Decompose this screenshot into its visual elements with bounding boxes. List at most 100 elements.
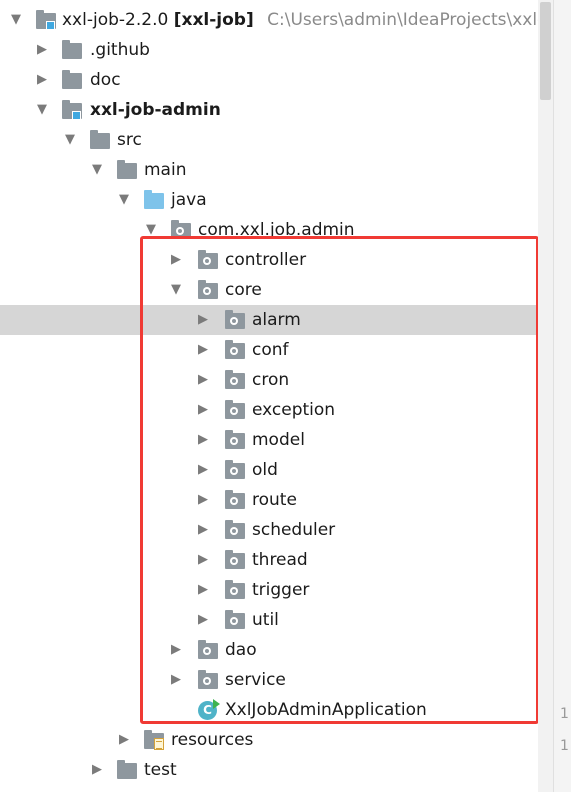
- tree-label-admin-module: xxl-job-admin: [90, 100, 221, 120]
- tree-row-resources[interactable]: ▶ resources: [0, 725, 553, 755]
- tree-row-main[interactable]: ▼ main: [0, 155, 553, 185]
- package-icon: [225, 400, 245, 419]
- line-number: 1: [560, 706, 569, 722]
- arrow-right-icon[interactable]: ▶: [195, 335, 211, 365]
- package-icon: [198, 640, 218, 659]
- arrow-down-icon[interactable]: ▼: [62, 125, 78, 155]
- tree-row-java[interactable]: ▼ java: [0, 185, 553, 215]
- tree-row-core-child[interactable]: ▶ model: [0, 425, 553, 455]
- arrow-down-icon[interactable]: ▼: [34, 95, 50, 125]
- tree-label-java: java: [171, 190, 207, 210]
- arrow-right-icon[interactable]: ▶: [195, 455, 211, 485]
- tree-row-service[interactable]: ▶ service: [0, 665, 553, 695]
- project-path: C:\Users\admin\IdeaProjects\xxl-jo: [267, 10, 559, 30]
- tree-label-controller: controller: [225, 250, 307, 270]
- arrow-right-icon[interactable]: ▶: [195, 425, 211, 455]
- tree-row-dao[interactable]: ▶ dao: [0, 635, 553, 665]
- arrow-down-icon[interactable]: ▼: [168, 275, 184, 305]
- arrow-right-icon[interactable]: ▶: [195, 605, 211, 635]
- tree-row-core-child[interactable]: ▶ scheduler: [0, 515, 553, 545]
- arrow-down-icon[interactable]: ▼: [8, 5, 24, 35]
- tree-label-core: core: [225, 280, 262, 300]
- module-folder-icon: [62, 100, 82, 120]
- tree-label-core-child: route: [252, 490, 297, 510]
- package-icon: [225, 430, 245, 449]
- arrow-right-icon[interactable]: ▶: [195, 545, 211, 575]
- arrow-right-icon[interactable]: ▶: [195, 395, 211, 425]
- arrow-down-icon[interactable]: ▼: [89, 155, 105, 185]
- package-icon: [225, 520, 245, 539]
- arrow-right-icon[interactable]: ▶: [195, 485, 211, 515]
- tree-row-core-child[interactable]: ▶ util: [0, 605, 553, 635]
- arrow-down-icon[interactable]: ▼: [143, 215, 159, 245]
- project-module-tag: [xxl-job]: [173, 10, 254, 30]
- arrow-right-icon[interactable]: ▶: [195, 305, 211, 335]
- tree-row-src[interactable]: ▼ src: [0, 125, 553, 155]
- package-icon: [225, 310, 245, 329]
- package-icon: [225, 340, 245, 359]
- tree-row-controller[interactable]: ▶ controller: [0, 245, 553, 275]
- tree-label-package: com.xxl.job.admin: [198, 220, 355, 240]
- arrow-right-icon[interactable]: ▶: [116, 725, 132, 755]
- arrow-right-icon[interactable]: ▶: [168, 665, 184, 695]
- vertical-scrollbar[interactable]: [538, 0, 553, 792]
- tree-label-core-child: thread: [252, 550, 308, 570]
- module-folder-icon: [36, 10, 56, 30]
- project-tree: ▼ xxl-job-2.2.0 [xxl-job] C:\Users\admin…: [0, 0, 558, 792]
- arrow-down-icon[interactable]: ▼: [116, 185, 132, 215]
- tree-row-test[interactable]: ▶ test: [0, 755, 553, 785]
- scrollbar-thumb[interactable]: [540, 2, 551, 100]
- tree-label-core-child: cron: [252, 370, 290, 390]
- tree-row-core-child[interactable]: ▶ route: [0, 485, 553, 515]
- folder-icon: [90, 130, 110, 149]
- tree-row-package[interactable]: ▼ com.xxl.job.admin: [0, 215, 553, 245]
- package-icon: [198, 280, 218, 299]
- tree-label-app-class: XxlJobAdminApplication: [225, 700, 427, 720]
- package-icon: [225, 460, 245, 479]
- package-icon: [225, 550, 245, 569]
- tree-row-core-child[interactable]: ▶ thread: [0, 545, 553, 575]
- tree-row-core-child[interactable]: ▶ old: [0, 455, 553, 485]
- tree-row-app-class[interactable]: C XxlJobAdminApplication: [0, 695, 553, 725]
- folder-icon: [117, 160, 137, 179]
- arrow-right-icon[interactable]: ▶: [195, 575, 211, 605]
- source-folder-icon: [144, 190, 164, 209]
- tree-row-doc[interactable]: ▶ doc: [0, 65, 553, 95]
- tree-row-core-child[interactable]: ▶ exception: [0, 395, 553, 425]
- tree-label-resources: resources: [171, 730, 254, 750]
- tree-row-github[interactable]: ▶ .github: [0, 35, 553, 65]
- arrow-right-icon[interactable]: ▶: [34, 65, 50, 95]
- package-icon: [198, 670, 218, 689]
- arrow-right-icon[interactable]: ▶: [89, 755, 105, 785]
- tree-label-core-child: exception: [252, 400, 336, 420]
- tree-row-core-child[interactable]: ▶ conf: [0, 335, 553, 365]
- package-icon: [225, 370, 245, 389]
- tree-row-core-child[interactable]: ▶ trigger: [0, 575, 553, 605]
- tree-label-core-child: conf: [252, 340, 289, 360]
- arrow-right-icon[interactable]: ▶: [195, 365, 211, 395]
- arrow-right-icon[interactable]: ▶: [195, 515, 211, 545]
- tree-label-main: main: [144, 160, 187, 180]
- tree-label-core-child: alarm: [252, 310, 301, 330]
- tree-label-core-child: trigger: [252, 580, 310, 600]
- package-icon: [198, 250, 218, 269]
- tree-row-project-root[interactable]: ▼ xxl-job-2.2.0 [xxl-job] C:\Users\admin…: [0, 5, 558, 35]
- tree-label-core-child: old: [252, 460, 278, 480]
- tree-label-core-child: model: [252, 430, 305, 450]
- tree-row-core-child[interactable]: ▶ cron: [0, 365, 553, 395]
- line-number: 1: [560, 738, 569, 754]
- tree-row-core[interactable]: ▼ core: [0, 275, 553, 305]
- tree-row-core-child[interactable]: ▶ alarm: [0, 305, 553, 335]
- package-icon: [225, 490, 245, 509]
- arrow-right-icon[interactable]: ▶: [168, 635, 184, 665]
- package-icon: [225, 580, 245, 599]
- editor-gutter: 1 1: [553, 0, 571, 792]
- package-icon: [225, 610, 245, 629]
- spring-class-icon: C: [198, 699, 220, 720]
- tree-label-core-child: util: [252, 610, 279, 630]
- tree-label-src: src: [117, 130, 142, 150]
- resources-folder-icon: [144, 730, 164, 750]
- arrow-right-icon[interactable]: ▶: [34, 35, 50, 65]
- arrow-right-icon[interactable]: ▶: [168, 245, 184, 275]
- tree-row-admin-module[interactable]: ▼ xxl-job-admin: [0, 95, 553, 125]
